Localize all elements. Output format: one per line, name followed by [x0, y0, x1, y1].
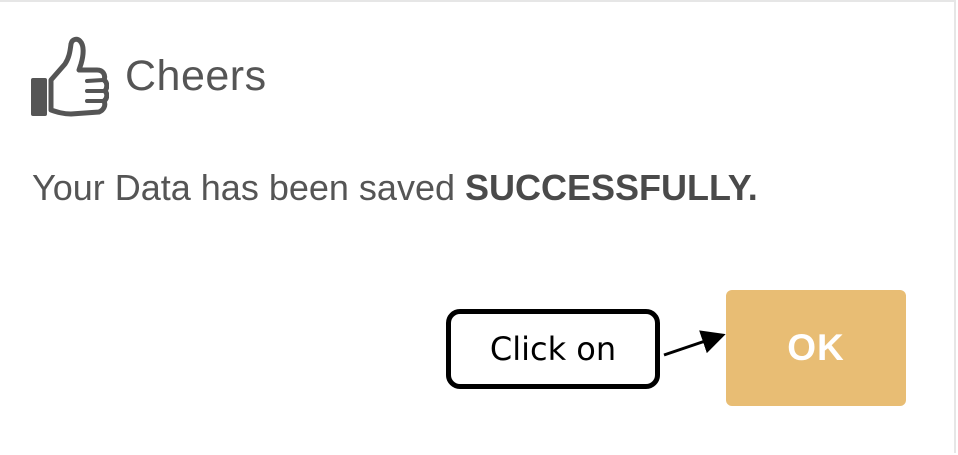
callout-label: Click on: [489, 330, 617, 368]
arrow-icon: [663, 330, 726, 357]
ok-button[interactable]: OK: [726, 290, 906, 406]
message-emphasis: SUCCESSFULLY.: [464, 167, 758, 208]
thumbs-up-icon: [31, 36, 109, 117]
dialog-header: Cheers: [27, 33, 267, 123]
success-dialog: Cheers Your Data has been saved SUCCESSF…: [0, 0, 958, 455]
dialog-title: Cheers: [125, 51, 267, 100]
instruction-callout: Click on: [446, 309, 660, 389]
dialog-message: Your Data has been saved SUCCESSFULLY.: [32, 166, 758, 209]
message-text: Your Data has been saved: [32, 167, 465, 208]
